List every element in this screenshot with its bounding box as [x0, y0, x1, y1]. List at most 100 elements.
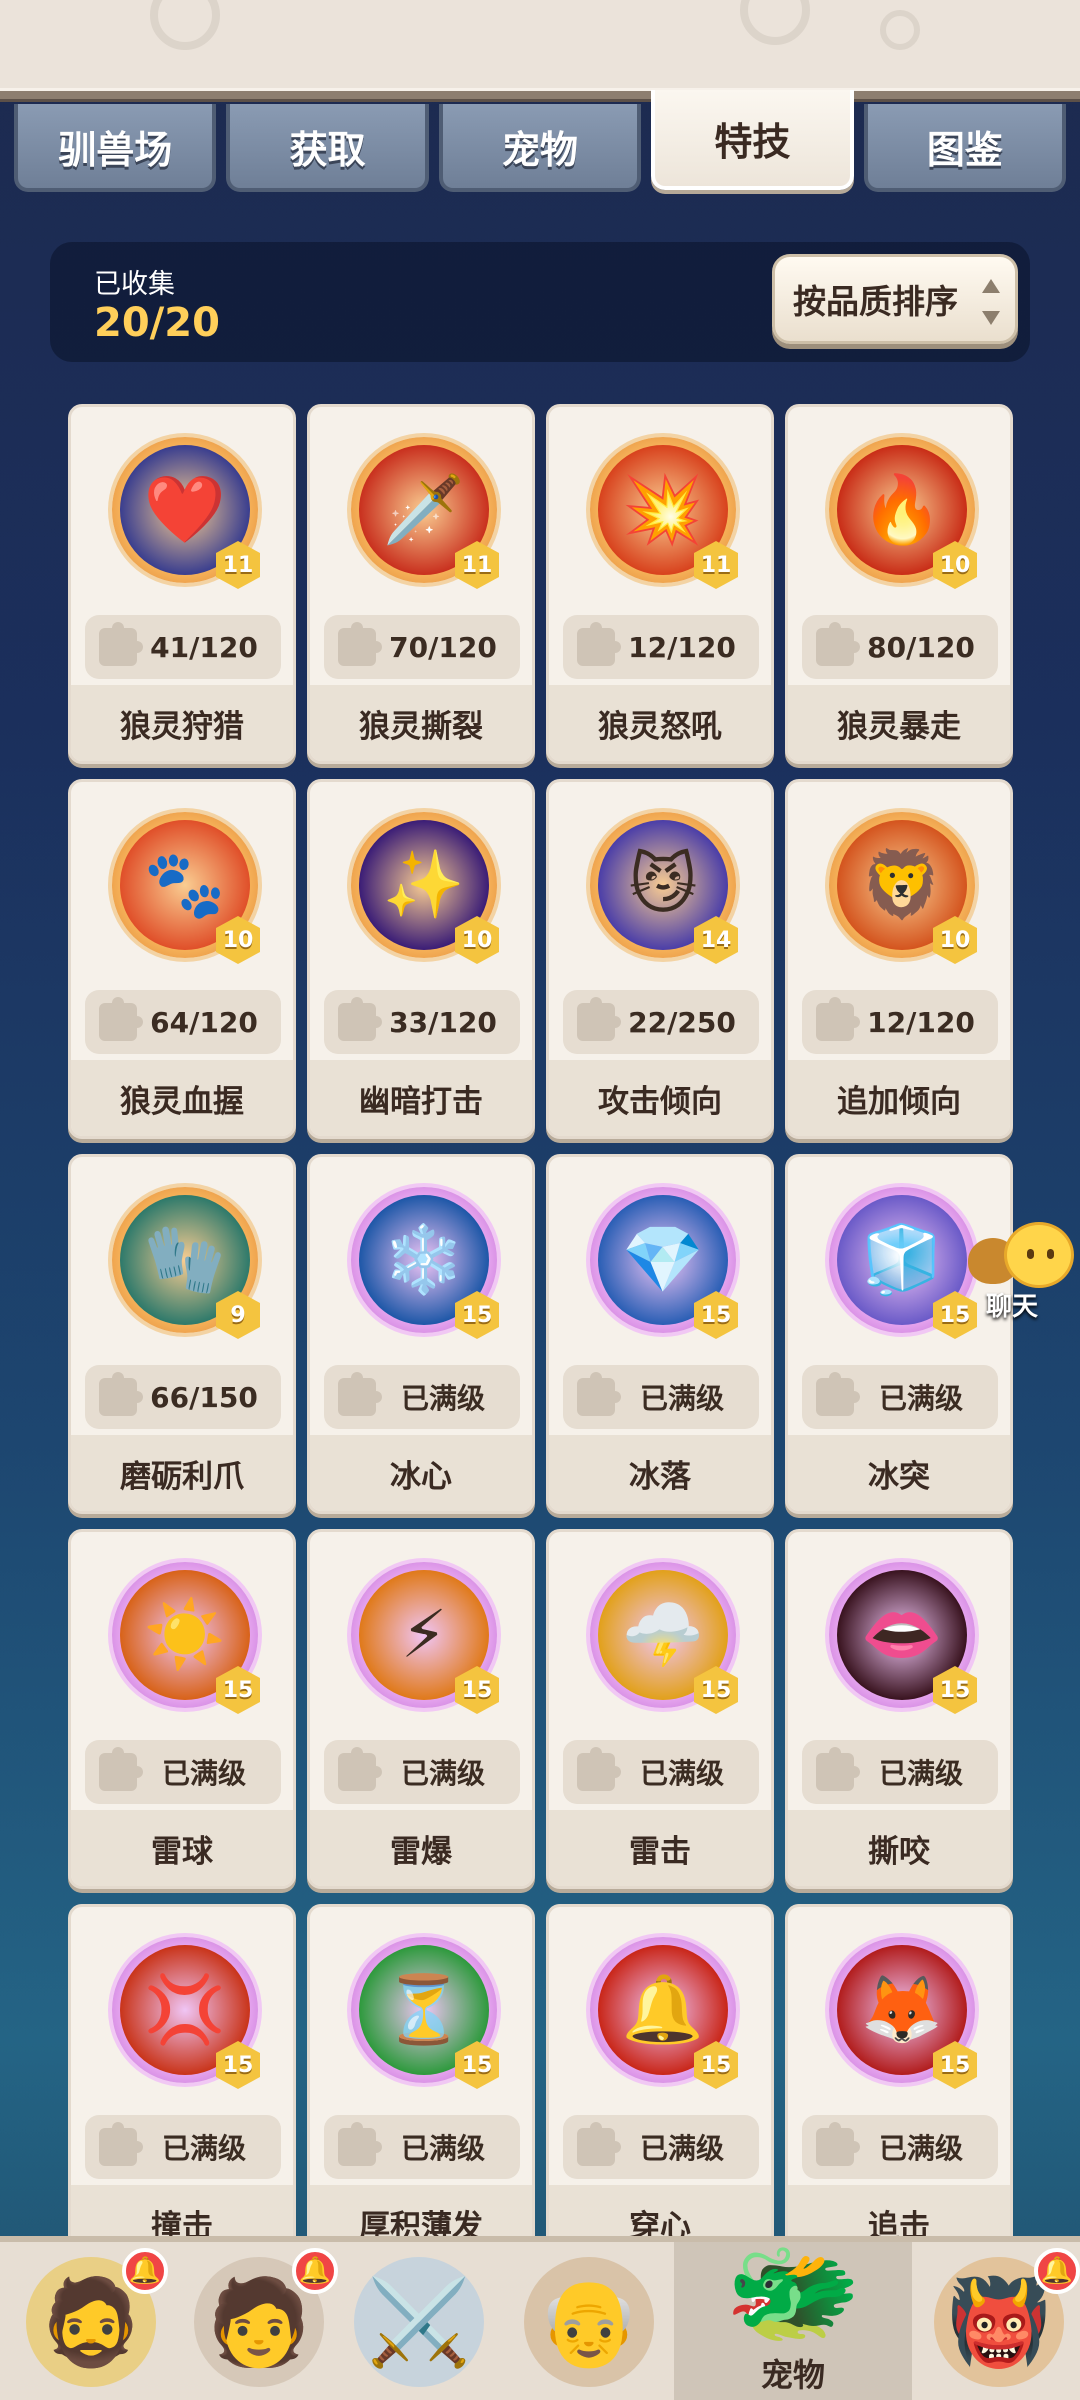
sort-arrows-icon: [981, 279, 1001, 325]
skill-card[interactable]: 🔔 15 已满级 穿心: [546, 1904, 774, 2264]
skill-card[interactable]: 🌩️ 15 已满级 雷击: [546, 1529, 774, 1889]
shard-progress-text: 已满级: [639, 2132, 724, 2165]
collection-panel: 已收集 20/20 按品质排序: [50, 242, 1030, 362]
puzzle-piece-icon: [99, 1372, 143, 1416]
skill-card[interactable]: 🦁 10 12/120 追加倾向: [785, 779, 1013, 1139]
tab-skills[interactable]: 特技: [651, 90, 854, 190]
puzzle-piece-icon: [816, 1747, 860, 1791]
pet-dragon-icon: 🐲: [724, 2228, 862, 2356]
skill-name: 撕咬: [788, 1810, 1010, 1886]
skill-card[interactable]: 🐾 10 64/120 狼灵血握: [68, 779, 296, 1139]
puzzle-piece-icon: [577, 997, 621, 1041]
top-rail-divider: [0, 88, 1080, 102]
notification-bell-icon: 🔔: [122, 2248, 168, 2294]
shard-progress: 70/120: [324, 615, 520, 679]
tab-codex[interactable]: 图鉴: [863, 104, 1067, 192]
skill-card[interactable]: 😼 14 22/250 攻击倾向: [546, 779, 774, 1139]
sort-button-label: 按品质排序: [793, 282, 958, 321]
shard-progress-text: 64/120: [150, 1005, 258, 1039]
skill-card[interactable]: ⏳ 15 已满级 厚积薄发: [307, 1904, 535, 2264]
puzzle-piece-icon: [577, 1747, 621, 1791]
puzzle-piece-icon: [577, 1372, 621, 1416]
shard-progress-text: 12/120: [867, 1005, 975, 1039]
skill-card[interactable]: ❤️ 11 41/120 狼灵狩猎: [68, 404, 296, 764]
puzzle-piece-icon: [338, 2122, 382, 2166]
shard-progress-text: 已满级: [639, 1382, 724, 1415]
skill-name: 雷击: [549, 1810, 771, 1886]
skill-card[interactable]: ✨ 10 33/120 幽暗打击: [307, 779, 535, 1139]
nav-pets[interactable]: 🐲 宠物: [674, 2237, 912, 2400]
skill-name: 雷爆: [310, 1810, 532, 1886]
swirl-decoration: [880, 10, 920, 50]
skill-card[interactable]: 🧤 9 66/150 磨砺利爪: [68, 1154, 296, 1514]
shard-progress: 已满级: [324, 1365, 520, 1429]
shard-progress: 已满级: [563, 1365, 759, 1429]
chat-button[interactable]: 聊天: [968, 1214, 1080, 1324]
puzzle-piece-icon: [338, 622, 382, 666]
nav-equipment[interactable]: ⚔️: [344, 2242, 494, 2400]
puzzle-piece-icon: [816, 1372, 860, 1416]
skill-name: 冰心: [310, 1435, 532, 1511]
skill-name: 雷球: [71, 1810, 293, 1886]
skill-card[interactable]: 🔥 10 80/120 狼灵暴走: [785, 404, 1013, 764]
shard-progress: 66/150: [85, 1365, 281, 1429]
skill-name: 幽暗打击: [310, 1060, 532, 1136]
shard-progress: 已满级: [563, 1740, 759, 1804]
shard-progress-text: 66/150: [150, 1380, 258, 1414]
puzzle-piece-icon: [338, 1372, 382, 1416]
puzzle-piece-icon: [99, 622, 143, 666]
skill-name: 攻击倾向: [549, 1060, 771, 1136]
skill-card[interactable]: ☀️ 15 已满级 雷球: [68, 1529, 296, 1889]
skill-card[interactable]: 👄 15 已满级 撕咬: [785, 1529, 1013, 1889]
nav-warrior[interactable]: 🧑 🔔: [184, 2242, 338, 2400]
shard-progress: 已满级: [324, 1740, 520, 1804]
shard-progress-text: 80/120: [867, 630, 975, 664]
nav-tribe-chief[interactable]: 👹 🔔: [924, 2242, 1080, 2400]
shard-progress-text: 12/120: [628, 630, 736, 664]
puzzle-piece-icon: [99, 997, 143, 1041]
puzzle-piece-icon: [577, 622, 621, 666]
shard-progress-text: 70/120: [389, 630, 497, 664]
chat-bubble-icon: [1004, 1222, 1074, 1288]
tab-acquire[interactable]: 获取: [226, 104, 429, 192]
tab-training-ground[interactable]: 驯兽场: [14, 104, 217, 192]
skill-name: 狼灵血握: [71, 1060, 293, 1136]
skill-card[interactable]: 💎 15 已满级 冰落: [546, 1154, 774, 1514]
bottom-nav: 🧔 🔔 🧑 🔔 ⚔️ 👴 🐲 宠物 👹 🔔: [0, 2236, 1080, 2400]
skill-card[interactable]: 🗡️ 11 70/120 狼灵撕裂: [307, 404, 535, 764]
collection-label: 已收集: [94, 269, 175, 300]
skill-name: 冰落: [549, 1435, 771, 1511]
shard-progress: 已满级: [85, 1740, 281, 1804]
sword-shield-icon: ⚔️: [354, 2257, 484, 2387]
puzzle-piece-icon: [338, 1747, 382, 1791]
skill-card[interactable]: ❄️ 15 已满级 冰心: [307, 1154, 535, 1514]
sort-by-quality-button[interactable]: 按品质排序: [772, 254, 1018, 344]
shard-progress-text: 已满级: [878, 2132, 963, 2165]
shard-progress: 已满级: [802, 2115, 998, 2179]
skill-card[interactable]: 💥 11 12/120 狼灵怒吼: [546, 404, 774, 764]
puzzle-piece-icon: [816, 2122, 860, 2166]
shard-progress-text: 已满级: [878, 1382, 963, 1415]
puzzle-piece-icon: [99, 2122, 143, 2166]
skill-card[interactable]: ⚡ 15 已满级 雷爆: [307, 1529, 535, 1889]
shard-progress: 22/250: [563, 990, 759, 1054]
nav-caveman[interactable]: 🧔 🔔: [16, 2242, 168, 2400]
shard-progress-text: 41/120: [150, 630, 258, 664]
shard-progress-text: 已满级: [878, 1757, 963, 1790]
swirl-decoration: [740, 0, 810, 45]
skill-name: 冰突: [788, 1435, 1010, 1511]
nav-elder[interactable]: 👴: [514, 2242, 664, 2400]
chat-label: 聊天: [986, 1292, 1039, 1322]
shard-progress: 已满级: [802, 1740, 998, 1804]
shard-progress-text: 33/120: [389, 1005, 497, 1039]
skill-name: 狼灵狩猎: [71, 685, 293, 761]
shard-progress: 已满级: [563, 2115, 759, 2179]
skill-name: 磨砺利爪: [71, 1435, 293, 1511]
skill-card[interactable]: 🦊 15 已满级 追击: [785, 1904, 1013, 2264]
skill-card[interactable]: 💢 15 已满级 撞击: [68, 1904, 296, 2264]
collection-count: 20/20: [94, 300, 220, 346]
shard-progress-text: 已满级: [400, 2132, 485, 2165]
shard-progress: 已满级: [802, 1365, 998, 1429]
skill-card[interactable]: 🧊 15 已满级 冰突: [785, 1154, 1013, 1514]
tab-pets[interactable]: 宠物: [438, 104, 642, 192]
